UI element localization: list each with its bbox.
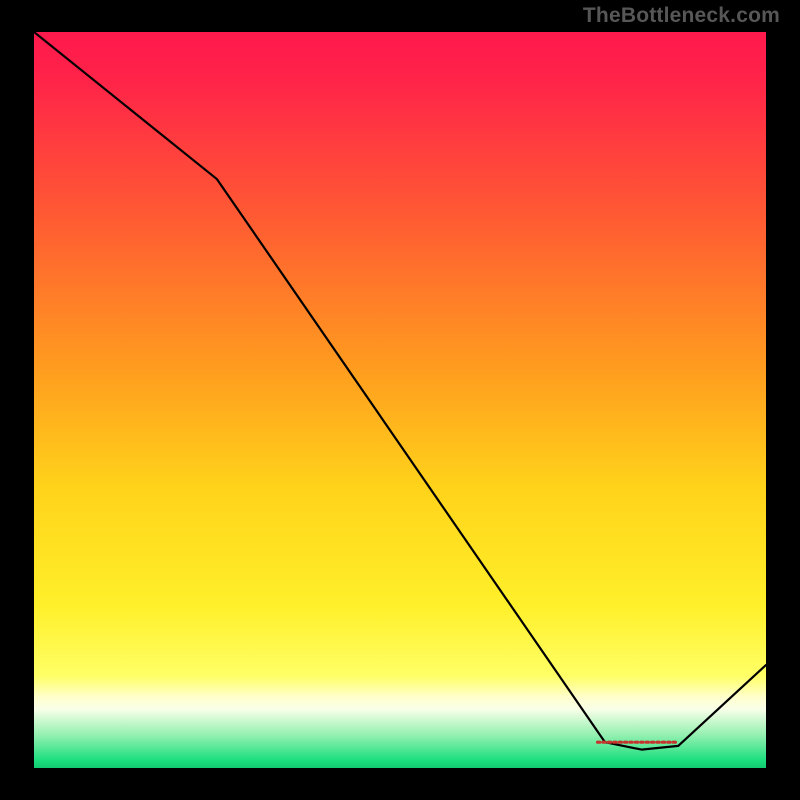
plot-area (34, 32, 766, 768)
chart-frame: TheBottleneck.com (0, 0, 800, 800)
chart-svg (34, 32, 766, 768)
watermark-text: TheBottleneck.com (583, 4, 780, 28)
gradient-background (34, 32, 766, 768)
